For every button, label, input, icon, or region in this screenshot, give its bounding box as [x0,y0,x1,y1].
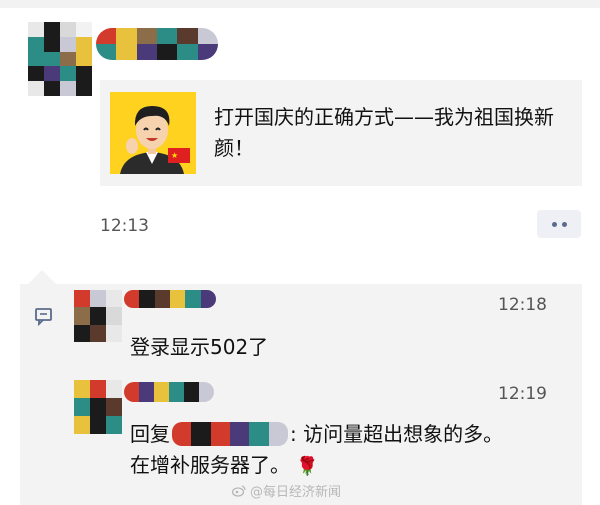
poster-avatar[interactable] [28,22,92,96]
reply-continuation: 在增补服务器了。 [130,453,290,477]
reply-target-name[interactable] [172,422,288,446]
watermark-text: @每日经济新闻 [250,485,342,500]
cartoon-avatar-with-flag-icon: ★ [110,92,196,174]
reply-text: : 访问量超出想象的多。 [290,422,504,446]
replier-avatar[interactable] [74,380,122,434]
post-timestamp: 12:13 [100,216,149,236]
comment-text: 登录显示502了 [130,335,269,359]
commenter-avatar[interactable] [74,290,122,342]
comment-timestamp: 12:18 [498,295,547,315]
reply-prefix: 回复 [130,422,170,446]
comments-pointer [28,270,56,284]
article-title: 打开国庆的正确方式——我为祖国换新颜！ [214,105,554,160]
replier-name [124,382,214,402]
svg-text:★: ★ [171,151,178,160]
reply-timestamp: 12:19 [498,384,547,404]
comment-bubble-icon [35,308,52,326]
ellipsis-icon [551,221,557,227]
ellipsis-icon [561,221,567,227]
shared-article-card[interactable]: ★ 打开国庆的正确方式——我为祖国换新颜！ [100,80,582,186]
commenter-name [124,290,216,308]
reply-first-line: 回复 : 访问量超出想象的多。 [130,419,503,449]
more-options-button[interactable] [537,210,581,238]
reply-second-line: 在增补服务器了。 🌹 [130,450,318,482]
rose-emoji: 🌹 [296,456,319,477]
article-thumbnail: ★ [110,92,196,174]
weibo-logo-icon [232,484,246,497]
weibo-watermark: @每日经济新闻 [232,481,341,500]
top-strip [0,0,600,8]
poster-name [96,28,218,60]
